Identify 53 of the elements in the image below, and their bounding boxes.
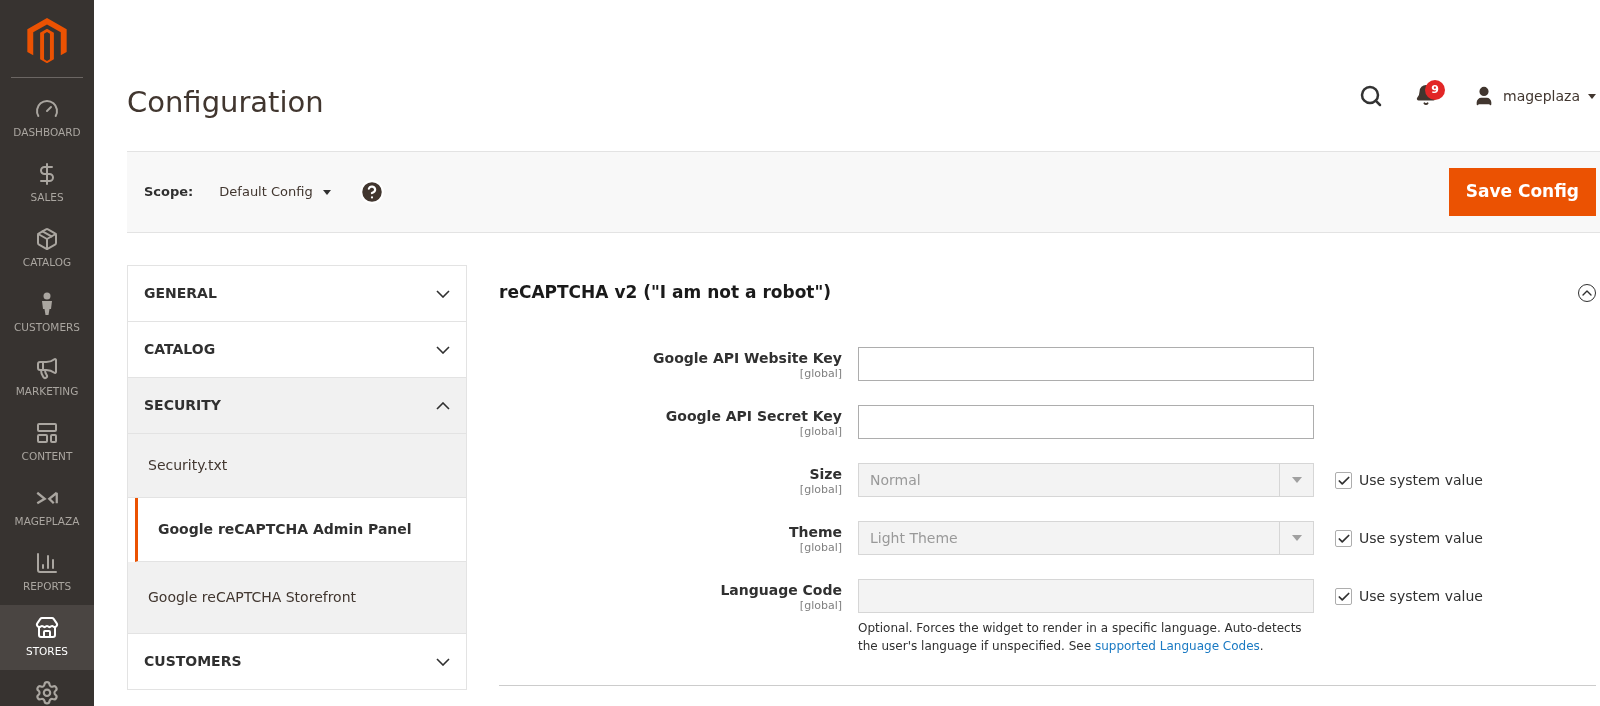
caret-icon xyxy=(1291,535,1302,541)
logo-icon xyxy=(27,18,67,64)
help-note: Optional. Forces the widget to render in a specific language. Auto-detects the user's language if unspecified. See supported Language Codes. xyxy=(858,620,1303,655)
scope-dropdown[interactable]: Default Config xyxy=(219,182,331,202)
layout-icon xyxy=(35,421,59,446)
nav-item[interactable]: SALES xyxy=(0,151,94,217)
scope-label: Scope: xyxy=(144,183,194,202)
nav-item[interactable]: REPORTS xyxy=(0,540,94,606)
settings-icon[interactable] xyxy=(34,680,60,706)
config-tab[interactable]: Google reCAPTCHA Admin Panel xyxy=(135,498,466,562)
megaphone-icon xyxy=(35,356,59,381)
nav-item[interactable]: DASHBOARD xyxy=(0,86,94,152)
user-menu[interactable]: mageplaza xyxy=(1503,85,1580,107)
field-label: Google API Website Key xyxy=(653,349,842,367)
chevron-up-icon xyxy=(436,401,450,410)
store-icon xyxy=(35,616,59,641)
checkbox-label: Use system value xyxy=(1359,471,1483,490)
nav-item[interactable]: MAGEPLAZA xyxy=(0,475,94,541)
field-label: Size xyxy=(809,465,842,483)
help-icon[interactable] xyxy=(358,179,385,205)
config-tab[interactable]: Security.txt xyxy=(128,434,466,498)
caret-icon xyxy=(1291,477,1302,483)
chevron-down-icon xyxy=(436,657,450,666)
checkbox-label: Use system value xyxy=(1359,529,1483,548)
nav-item[interactable]: CATALOG xyxy=(0,216,94,281)
search-icon[interactable] xyxy=(1359,84,1383,108)
bar-chart-icon xyxy=(35,551,59,576)
chevron-down-icon xyxy=(436,345,450,354)
chevron-down-icon xyxy=(436,289,450,298)
config-tab[interactable]: Google reCAPTCHA Storefront xyxy=(128,562,466,634)
input-field[interactable] xyxy=(858,405,1314,439)
checkbox-label: Use system value xyxy=(1359,587,1483,606)
nav-item[interactable]: CONTENT xyxy=(0,410,94,476)
field-label: Theme xyxy=(788,523,842,541)
scope-label: [global] xyxy=(799,367,842,381)
caret-icon xyxy=(1588,93,1596,99)
save-config-button[interactable]: Save Config xyxy=(1448,168,1596,216)
nav-item[interactable]: MARKETING xyxy=(0,345,94,411)
nav-item[interactable]: STORES xyxy=(0,605,94,671)
scope-label: [global] xyxy=(799,541,842,555)
page-title: Configuration xyxy=(127,84,324,121)
field-label: Language Code xyxy=(720,581,842,599)
input-field[interactable] xyxy=(858,347,1314,381)
group-title: reCAPTCHA v2 ("I am not a robot") xyxy=(499,281,832,305)
config-section[interactable]: SECURITY xyxy=(128,378,466,434)
scope-label: [global] xyxy=(799,483,842,497)
scope-label: [global] xyxy=(799,599,842,613)
caret-icon xyxy=(322,189,331,195)
notification-count: 9 xyxy=(1425,80,1445,100)
scope-label: [global] xyxy=(799,425,842,439)
box-icon xyxy=(35,226,59,251)
field-label: Google API Secret Key xyxy=(665,407,842,425)
nav-item[interactable]: CUSTOMERS xyxy=(0,280,94,346)
